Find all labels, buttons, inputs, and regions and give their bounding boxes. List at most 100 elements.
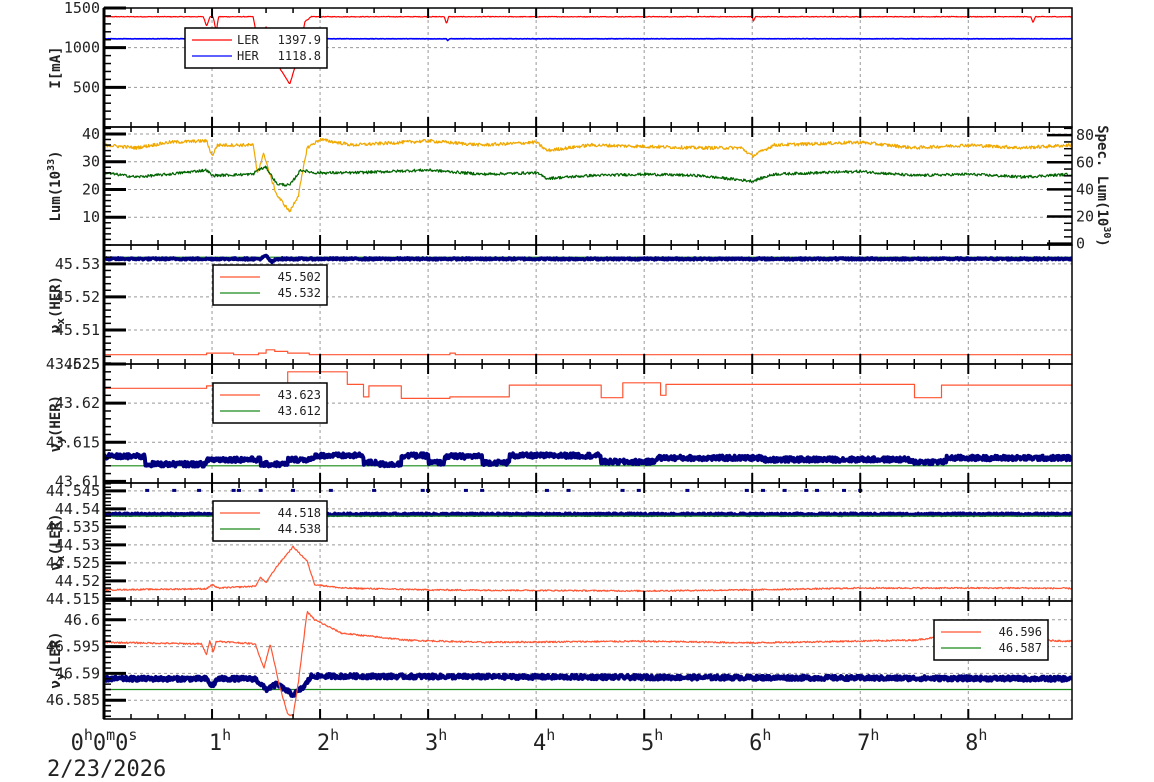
y-tick-label: 45.53 [55,255,100,273]
x-tick-num: 7 [857,731,870,756]
panel-nuy-her: 43.6143.61543.6243.625νy(HER) 43.62343.61… [46,355,1073,490]
y-label-main: ν [48,444,64,452]
y-label-end: (HER) [48,395,64,437]
y-axis-label: Lum(1033) [46,150,64,221]
x-tick-label: 1h [209,726,231,756]
panel-nux-ler: 44.51544.5244.52544.5344.53544.5444.545ν… [46,482,1073,608]
y-label-end: (LER) [48,631,64,673]
x-tick-num: 0 [71,731,84,756]
scatter-point [842,488,847,492]
x-tick-label: 6h [749,726,771,756]
scatter-point [761,488,766,492]
y-tick-label: 10 [82,208,100,226]
y-label-end: (LER) [48,513,64,555]
x-tick-num: 5 [641,731,654,756]
scatter-point [685,488,690,492]
x-tick-label: 2h [317,726,339,756]
series-measured [104,672,1072,698]
legend-value: 46.596 [999,625,1042,639]
y-tick-label: 40 [82,125,100,143]
legend: 44.518 44.538 [212,500,328,542]
panel-nuy-ler: 46.58546.5946.59546.6νy(LER) 46.59646.587 [46,600,1073,720]
scatter-point [231,488,236,492]
right-label-main: Spec. Lum(10 [1094,125,1110,226]
y-label-end: ) [48,150,64,158]
y-label-end: (HER) [48,276,64,318]
x-tick-unit: h [978,726,987,744]
scatter-point [291,488,296,492]
scatter-point [328,488,333,492]
scatter-point [172,488,177,492]
y-axis-label: I[mA] [48,46,64,88]
legend: 45.502 45.532 [212,264,328,306]
x-tick-num: 8 [965,731,978,756]
legend-value: 44.538 [278,522,321,536]
y-label-sup: 33 [46,159,57,171]
scatter-point [782,488,787,492]
y-label-main: ν [48,325,64,333]
series-measured [104,253,1072,265]
legend-value: 1397.9 [278,33,321,47]
x-axis-labels: 0h0m0s 1h 2h 3h 4h 5h 6h 7h 8h2/23/2026 [47,726,987,782]
y-label-main: I[mA] [48,46,64,88]
scatter-point [744,488,749,492]
right-tick-label: 80 [1076,126,1094,144]
scatter-point [620,488,625,492]
x-tick-num: 0 [115,731,128,756]
x-tick-unit: h [870,726,879,744]
right-tick-label: 60 [1076,153,1094,171]
x-tick-label: 8h [965,726,987,756]
legend: 43.623 43.612 [212,382,328,424]
scatter-point [197,488,202,492]
y-label-main: ν [48,562,64,570]
scatter-point [372,488,377,492]
y-tick-label: 44.545 [46,482,100,500]
scatter-point [636,488,641,492]
x-tick-label: 7h [857,726,879,756]
y-tick-label: 500 [73,78,100,96]
y-tick-label: 20 [82,180,100,198]
legend-value: 43.623 [278,388,321,402]
y-tick-label: 1500 [64,0,100,17]
right-label-sup: 30 [1101,226,1112,238]
x-tick-unit: h [654,726,663,744]
x-tick-num: 2 [317,731,330,756]
right-tick-label: 40 [1076,180,1094,198]
scatter-point [258,488,263,492]
x-tick-num: 4 [533,731,546,756]
panel-current: 500 1000 1500 I[mA] LER 1397.9 HER 1118.8 [48,0,1073,128]
scatter-point [480,488,485,492]
y-tick-label: 1000 [64,39,100,57]
x-axis-date: 2/23/2026 [47,757,166,782]
y-tick-label: 44.52 [55,572,100,590]
y-tick-label: 30 [82,153,100,171]
scatter-point [463,488,468,492]
x-tick-label: 5h [641,726,663,756]
legend: 46.596 46.587 [933,619,1049,661]
legend: LER 1397.9 HER 1118.8 [184,27,328,69]
x-tick-unit: h [84,726,93,744]
x-tick-unit: h [222,726,231,744]
tune-monitor-chart: 50010001500I[mA]LER 1397.9HER 1118.8102030… [46,0,1112,782]
plot-frame [103,600,1073,720]
legend-value: 45.532 [278,286,321,300]
y-label-main: Lum(10 [48,171,64,222]
legend-name: LER [237,33,259,47]
legend-name: HER [237,49,259,63]
panel-nux-her: 45.5145.5245.5345.5νx(HER) 45.50245.532 [48,244,1073,373]
x-tick-unit: h [438,726,447,744]
legend-value: 44.518 [278,506,321,520]
y-tick-label: 44.515 [46,590,100,608]
x-tick-label: 3h [425,726,447,756]
series-specific-luminosity [104,165,1072,187]
legend-value: 1118.8 [278,49,321,63]
legend-value: 45.502 [278,270,321,284]
x-tick-unit: h [546,726,555,744]
x-tick-unit: s [128,726,137,744]
series-group [104,137,1072,213]
series-measured [104,451,1072,469]
panel-luminosity: 10203040Lum(1033)020406080 Spec. Lum(1030… [46,125,1112,253]
x-tick-label: 4h [533,726,555,756]
legend-value: 43.612 [278,404,321,418]
x-tick-num: 0 [93,731,106,756]
